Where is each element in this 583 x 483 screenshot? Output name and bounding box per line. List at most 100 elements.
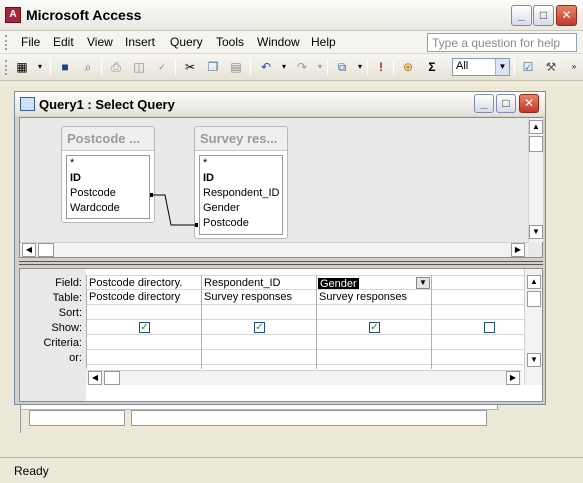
print-icon[interactable]: ⎙: [106, 58, 126, 76]
grid-table-cell[interactable]: Survey responses: [202, 290, 317, 305]
maximize-button[interactable]: □: [533, 5, 554, 26]
undo-icon[interactable]: ↶: [256, 58, 276, 76]
menu-help[interactable]: Help: [311, 35, 336, 49]
field-item[interactable]: *: [200, 156, 282, 171]
scroll-up-button[interactable]: ▲: [529, 120, 543, 134]
field-item[interactable]: ID: [67, 171, 149, 186]
ask-question-input[interactable]: Type a question for help: [427, 33, 577, 52]
field-list-title[interactable]: Postcode ...: [62, 127, 154, 151]
grid-field-cell[interactable]: Gender ▼: [317, 275, 432, 290]
chevron-down-icon[interactable]: ▼: [495, 59, 509, 75]
scroll-down-button[interactable]: ▼: [529, 225, 543, 239]
field-list-survey-responses[interactable]: Survey res... * ID Respondent_ID Gender …: [194, 126, 288, 239]
menu-edit[interactable]: Edit: [53, 35, 74, 49]
grid-or-cell[interactable]: [432, 350, 524, 365]
view-dropdown-icon[interactable]: ▾: [30, 58, 50, 76]
field-item[interactable]: Postcode: [200, 216, 282, 231]
grid-table-cell[interactable]: Survey responses: [317, 290, 432, 305]
scroll-right-button[interactable]: ▶: [506, 371, 520, 385]
query-type-icon[interactable]: ⧉: [332, 58, 352, 76]
print-preview-icon[interactable]: ◫: [129, 58, 149, 76]
grid-field-cell[interactable]: [432, 275, 524, 290]
top-values-combo[interactable]: All ▼: [452, 58, 510, 76]
field-item[interactable]: Respondent_ID: [200, 186, 282, 201]
copy-icon[interactable]: ❐: [203, 58, 223, 76]
field-item[interactable]: ID: [200, 171, 282, 186]
show-table-icon[interactable]: ⊕: [398, 58, 418, 76]
run-icon[interactable]: !: [371, 58, 391, 76]
totals-icon[interactable]: Σ: [422, 58, 442, 76]
menu-tools[interactable]: Tools: [216, 35, 244, 49]
paste-icon[interactable]: ▤: [226, 58, 246, 76]
grid-column[interactable]: [431, 275, 524, 369]
grid-field-cell[interactable]: Respondent_ID: [202, 275, 317, 290]
field-item[interactable]: Wardcode: [67, 201, 149, 216]
scroll-thumb[interactable]: [529, 136, 543, 152]
menu-file[interactable]: File: [21, 35, 40, 49]
grid-criteria-cell[interactable]: [87, 335, 202, 350]
scroll-thumb[interactable]: [527, 291, 541, 307]
grid-hscrollbar[interactable]: ◀ ▶: [86, 370, 522, 385]
scroll-down-button[interactable]: ▼: [527, 353, 541, 367]
grid-criteria-cell[interactable]: [317, 335, 432, 350]
grid-table-cell[interactable]: Postcode directory: [87, 290, 202, 305]
scroll-right-button[interactable]: ▶: [511, 243, 525, 257]
grid-column[interactable]: Gender ▼ Survey responses ✓: [316, 275, 432, 369]
grid-criteria-cell[interactable]: [202, 335, 317, 350]
grid-sort-cell[interactable]: [87, 305, 202, 320]
selected-field-text[interactable]: Gender: [318, 278, 359, 289]
grid-sort-cell[interactable]: [202, 305, 317, 320]
grid-vscrollbar[interactable]: ▲ ▼: [524, 269, 542, 385]
field-item[interactable]: Postcode: [67, 186, 149, 201]
file-search-icon[interactable]: ⌕: [78, 58, 98, 76]
scroll-thumb[interactable]: [38, 243, 54, 257]
menu-view[interactable]: View: [87, 35, 113, 49]
scroll-up-button[interactable]: ▲: [527, 275, 541, 289]
show-checkbox[interactable]: ✓: [254, 322, 265, 333]
show-checkbox[interactable]: ✓: [369, 322, 380, 333]
query-close-button[interactable]: ✕: [519, 94, 539, 113]
design-pane-hscrollbar[interactable]: ◀ ▶: [20, 242, 528, 257]
toolbar-grip[interactable]: [5, 60, 8, 75]
scroll-left-button[interactable]: ◀: [88, 371, 102, 385]
design-pane-vscrollbar[interactable]: ▲ ▼: [528, 118, 543, 242]
join-line[interactable]: [150, 188, 200, 228]
grid-or-cell[interactable]: [87, 350, 202, 365]
menu-query[interactable]: Query: [170, 35, 203, 49]
access-app-icon[interactable]: A: [5, 7, 21, 23]
grid-criteria-cell[interactable]: [432, 335, 524, 350]
pane-splitter[interactable]: [19, 261, 543, 265]
properties-icon[interactable]: ☑: [518, 58, 538, 76]
grid-or-cell[interactable]: [202, 350, 317, 365]
toolbar-options-icon[interactable]: »: [564, 58, 583, 76]
menu-insert[interactable]: Insert: [125, 35, 155, 49]
cut-icon[interactable]: ✂: [180, 58, 200, 76]
spelling-icon[interactable]: ✓: [152, 58, 172, 76]
field-list-postcode-directory[interactable]: Postcode ... * ID Postcode Wardcode: [61, 126, 155, 223]
grid-sort-cell[interactable]: [432, 305, 524, 320]
field-item[interactable]: Gender: [200, 201, 282, 216]
show-checkbox[interactable]: [484, 322, 495, 333]
grid-column[interactable]: Respondent_ID Survey responses ✓: [201, 275, 317, 369]
grid-table-cell[interactable]: [432, 290, 524, 305]
grid-column[interactable]: Postcode directory. Postcode directory ✓: [86, 275, 202, 369]
query-maximize-button[interactable]: □: [496, 94, 516, 113]
redo-icon[interactable]: ↷: [292, 58, 312, 76]
scroll-thumb[interactable]: [104, 371, 120, 385]
undo-dropdown-icon[interactable]: ▾: [274, 58, 294, 76]
grid-sort-cell[interactable]: [317, 305, 432, 320]
field-list-title[interactable]: Survey res...: [195, 127, 287, 151]
close-button[interactable]: ✕: [556, 5, 577, 26]
scroll-left-button[interactable]: ◀: [22, 243, 36, 257]
grid-or-cell[interactable]: [317, 350, 432, 365]
field-item[interactable]: *: [67, 156, 149, 171]
build-icon[interactable]: ⚒: [541, 58, 561, 76]
show-checkbox[interactable]: ✓: [139, 322, 150, 333]
menu-window[interactable]: Window: [257, 35, 300, 49]
query-icon[interactable]: [20, 97, 35, 111]
grid-field-cell[interactable]: Postcode directory.: [87, 275, 202, 290]
minimize-button[interactable]: _: [511, 5, 532, 26]
chevron-down-icon[interactable]: ▼: [416, 277, 430, 289]
query-minimize-button[interactable]: _: [474, 94, 494, 113]
save-icon[interactable]: ■: [55, 58, 75, 76]
